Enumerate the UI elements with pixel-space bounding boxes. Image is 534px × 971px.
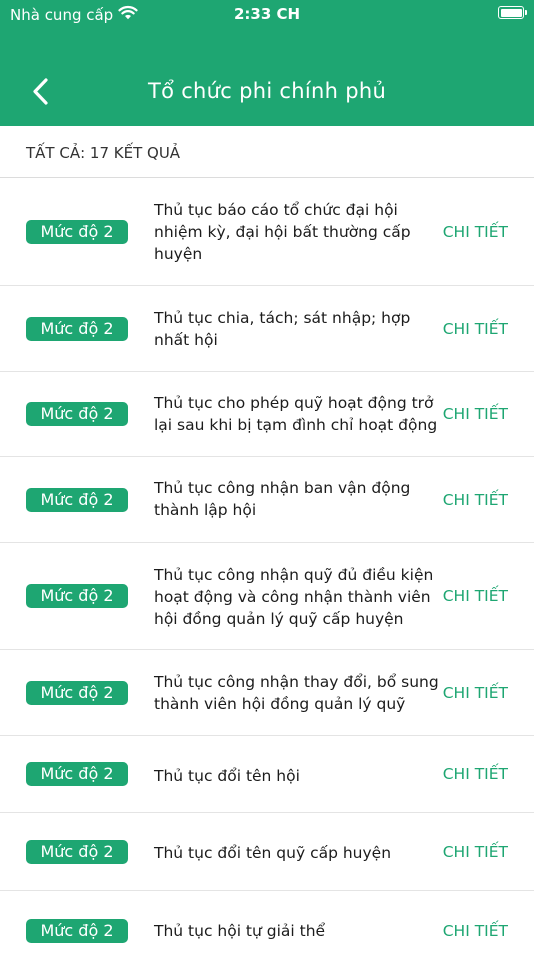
list-item[interactable]: Mức độ 2 Thủ tục chia, tách; sát nhập; h… — [0, 286, 534, 372]
procedure-title: Thủ tục công nhận thay đổi, bổ sung thàn… — [154, 673, 439, 713]
chevron-left-icon — [33, 78, 48, 105]
list-item[interactable]: Mức độ 2 Thủ tục công nhận ban vận động … — [0, 457, 534, 543]
result-count: TẤT CẢ: 17 KẾT QUẢ — [26, 144, 181, 162]
list-item[interactable]: Mức độ 2 Thủ tục công nhận thay đổi, bổ … — [0, 650, 534, 736]
procedure-list: Mức độ 2 Thủ tục báo cáo tổ chức đại hội… — [0, 178, 534, 971]
list-item[interactable]: Mức độ 2 Thủ tục đổi tên hội CHI TIẾT — [0, 736, 534, 813]
procedure-title: Thủ tục cho phép quỹ hoạt động trở lại s… — [154, 394, 438, 434]
detail-link[interactable]: CHI TIẾT — [443, 491, 508, 509]
battery-icon — [498, 6, 527, 19]
level-badge: Mức độ 2 — [26, 919, 128, 943]
header: Nhà cung cấp 2:33 CH Tổ chức phi chính p… — [0, 0, 534, 126]
detail-link[interactable]: CHI TIẾT — [443, 223, 508, 241]
status-bar: Nhà cung cấp 2:33 CH — [0, 0, 534, 30]
page-title: Tổ chức phi chính phủ — [147, 79, 387, 103]
list-item[interactable]: Mức độ 2 Thủ tục hội tự giải thể CHI TIẾ… — [0, 891, 534, 971]
list-item[interactable]: Mức độ 2 Thủ tục cho phép quỹ hoạt động … — [0, 372, 534, 457]
list-item[interactable]: Mức độ 2 Thủ tục đổi tên quỹ cấp huyện C… — [0, 813, 534, 891]
level-badge: Mức độ 2 — [26, 316, 128, 341]
list-item[interactable]: Mức độ 2 Thủ tục báo cáo tổ chức đại hội… — [0, 178, 534, 286]
procedure-title: Thủ tục hội tự giải thể — [154, 922, 326, 940]
nav-bar: Tổ chức phi chính phủ — [0, 56, 534, 126]
result-summary: TẤT CẢ: 17 KẾT QUẢ — [0, 126, 534, 178]
procedure-title: Thủ tục chia, tách; sát nhập; hợp nhất h… — [154, 309, 411, 349]
level-badge: Mức độ 2 — [26, 219, 128, 244]
detail-link[interactable]: CHI TIẾT — [443, 922, 508, 940]
detail-link[interactable]: CHI TIẾT — [443, 320, 508, 338]
level-badge: Mức độ 2 — [26, 762, 128, 786]
detail-link[interactable]: CHI TIẾT — [443, 843, 508, 861]
detail-link[interactable]: CHI TIẾT — [443, 587, 508, 605]
detail-link[interactable]: CHI TIẾT — [443, 684, 508, 702]
detail-link[interactable]: CHI TIẾT — [443, 765, 508, 783]
level-badge: Mức độ 2 — [26, 584, 128, 608]
level-badge: Mức độ 2 — [26, 487, 128, 512]
detail-link[interactable]: CHI TIẾT — [443, 405, 508, 423]
procedure-title: Thủ tục đổi tên hội — [154, 767, 300, 785]
level-badge: Mức độ 2 — [26, 680, 128, 705]
level-badge: Mức độ 2 — [26, 839, 128, 864]
clock: 2:33 CH — [233, 5, 301, 23]
procedure-title: Thủ tục báo cáo tổ chức đại hội nhiệm kỳ… — [154, 201, 411, 263]
procedure-title: Thủ tục công nhận quỹ đủ điều kiện hoạt … — [154, 566, 434, 628]
back-button[interactable] — [22, 72, 62, 112]
procedure-title: Thủ tục công nhận ban vận động thành lập… — [154, 479, 411, 519]
list-item[interactable]: Mức độ 2 Thủ tục công nhận quỹ đủ điều k… — [0, 543, 534, 650]
procedure-title: Thủ tục đổi tên quỹ cấp huyện — [154, 844, 392, 862]
level-badge: Mức độ 2 — [26, 402, 128, 426]
